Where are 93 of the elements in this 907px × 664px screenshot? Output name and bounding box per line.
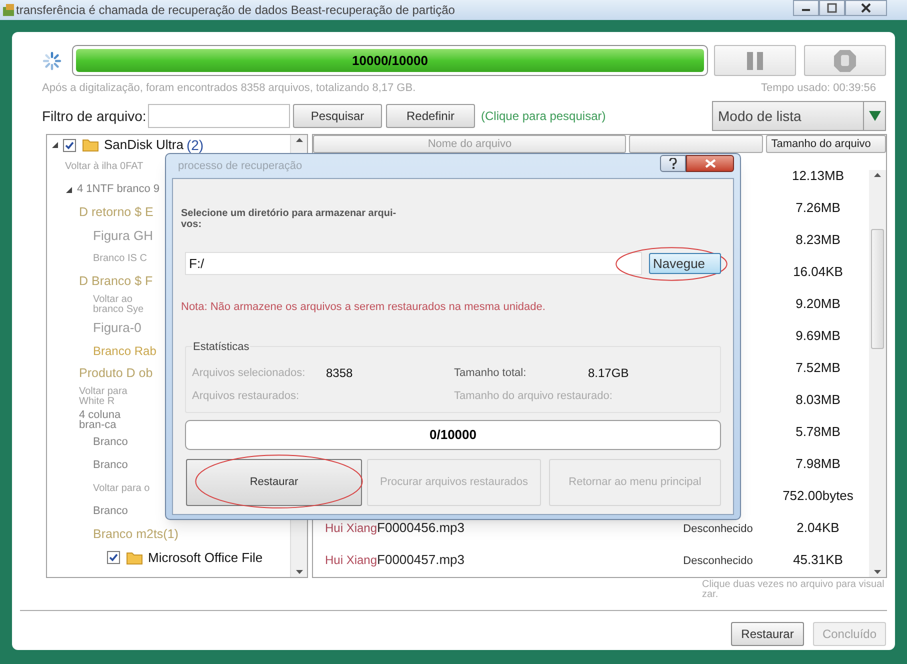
tree-item[interactable]: Branco — [93, 457, 128, 474]
tree-item[interactable]: Voltar para o — [93, 484, 150, 494]
folder-icon — [126, 550, 143, 564]
file-size: 8.03MB — [796, 392, 840, 407]
tree-item[interactable]: Branco IS C — [93, 254, 147, 264]
restore-button[interactable]: Restaurar — [731, 622, 804, 646]
file-size: 16.04KB — [793, 264, 843, 279]
tree-item[interactable]: Branco m2ts(1) — [93, 525, 178, 544]
search-button[interactable]: Pesquisar — [293, 104, 382, 128]
close-button[interactable] — [845, 0, 887, 16]
app-icon — [2, 3, 16, 17]
file-name[interactable]: F0000456.mp3 — [377, 518, 464, 538]
file-type: Desconhecido — [683, 555, 753, 567]
directory-prompt: Selecione um diretório para armazenar arqui- vos: — [181, 208, 396, 230]
pause-button[interactable] — [714, 45, 796, 76]
tree-item[interactable]: Voltar ao branco Sye — [93, 294, 153, 314]
browse-button[interactable]: Navegue — [649, 253, 721, 274]
checkmark-icon — [65, 140, 74, 150]
stat-label: Tamanho do arquivo restaurado: — [454, 389, 612, 404]
file-size: 7.26MB — [796, 200, 840, 215]
maximize-button[interactable] — [819, 0, 845, 16]
restore-button[interactable]: Restaurar — [186, 459, 362, 506]
elapsed-time: Tempo usado: 00:39:56 — [761, 80, 876, 96]
tree-item[interactable]: SanDisk Ultra — [104, 135, 184, 155]
minimize-button[interactable] — [793, 0, 819, 16]
reset-button[interactable]: Redefinir — [386, 104, 475, 128]
tree-item[interactable]: Figura-0 — [93, 318, 142, 338]
scan-summary: Após a digitalização, foram encontrados 8358 arquivos, totalizando 8,17 GB. — [42, 80, 416, 96]
preview-hint: Clique duas vezes no arquivo para visual zar. — [702, 580, 886, 600]
question-mark-icon — [669, 158, 677, 169]
file-size: 7.52MB — [796, 360, 840, 375]
file-size: 12.13MB — [792, 168, 844, 183]
path-field[interactable]: F:/ — [185, 252, 642, 275]
progress-text: 10000/10000 — [351, 52, 429, 70]
caret-icon — [868, 111, 880, 121]
stat-label: Tamanho total: — [454, 366, 526, 381]
scroll-thumb[interactable] — [871, 228, 884, 348]
scroll-up-icon — [296, 138, 302, 142]
close-icon — [861, 3, 871, 13]
tree-item[interactable]: D Branco $ F — [79, 272, 153, 291]
checkbox[interactable] — [63, 138, 76, 152]
filter-label: Filtro de arquivo: — [42, 106, 148, 126]
file-size: 2.04KB — [796, 520, 840, 535]
pause-icon — [746, 50, 764, 70]
artist-name: Hui Xiang — [325, 520, 378, 537]
file-size: 8.23MB — [796, 232, 840, 247]
help-button[interactable] — [660, 155, 686, 172]
tree-item[interactable]: Voltar para White R — [79, 386, 139, 406]
spinner-icon — [42, 50, 62, 70]
window-title: transferência é chamada de recuperação de dados Beast-recuperação de partição — [16, 2, 455, 19]
progress-text: 0/10000 — [428, 426, 478, 444]
tree-item[interactable]: Branco — [93, 503, 128, 520]
file-size: 7.98MB — [796, 456, 840, 471]
warning-note: Nota: Não armazene os arquivos a serem restaurados na mesma unidade. — [181, 300, 546, 315]
file-size: 9.20MB — [796, 296, 840, 311]
dialog-title: processo de recuperação — [178, 158, 302, 174]
file-size: 5.78MB — [796, 424, 840, 439]
stat-value: 8.17GB — [588, 365, 629, 382]
filter-input[interactable] — [148, 104, 290, 128]
file-size: 752.00bytes — [782, 488, 854, 503]
tree-item[interactable]: Microsoft Office File — [148, 548, 263, 568]
maximize-icon — [827, 3, 837, 13]
file-type: Desconhecido — [683, 523, 753, 535]
file-size: 45.31KB — [793, 552, 843, 567]
scroll-up-icon — [874, 173, 881, 177]
tree-item[interactable]: Produto D ob — [79, 364, 153, 383]
tree-item[interactable]: Figura GH — [93, 226, 153, 246]
scroll-down-icon — [296, 570, 302, 574]
scroll-down-icon — [874, 570, 881, 574]
stat-label: Arquivos restaurados: — [192, 389, 299, 404]
stat-value: 8358 — [326, 365, 353, 382]
tree-item[interactable]: Voltar à ilha 0FAT — [65, 162, 144, 172]
checkbox[interactable] — [107, 551, 120, 564]
folder-icon — [82, 138, 99, 152]
artist-name: Hui Xiang — [325, 552, 378, 569]
tree-item[interactable]: Branco Rab — [93, 342, 156, 360]
file-size: 9.69MB — [796, 328, 840, 343]
tree-item[interactable]: 4 1NTF branco 9 — [77, 181, 160, 198]
close-button[interactable] — [686, 155, 734, 172]
stop-icon — [833, 48, 857, 72]
tree-item[interactable]: 4 coluna bran-ca — [79, 410, 143, 430]
tree-item[interactable]: D retorno $ E — [79, 203, 154, 222]
close-icon — [704, 159, 716, 168]
column-header[interactable]: Nome do arquivo — [313, 135, 626, 153]
file-name[interactable]: F0000457.mp3 — [377, 550, 464, 570]
search-hint: (Clique para pesquisar) — [481, 108, 606, 125]
scrollbar[interactable] — [869, 170, 886, 577]
view-mode-dropdown[interactable]: Modo de lista — [712, 101, 886, 131]
checkmark-icon — [109, 553, 118, 562]
item-count: (2) — [186, 136, 204, 155]
stat-label: Arquivos selecionados: — [192, 366, 306, 381]
column-header[interactable]: Tamanho do arquivo — [766, 135, 886, 153]
tree-item[interactable]: Branco — [93, 434, 128, 451]
